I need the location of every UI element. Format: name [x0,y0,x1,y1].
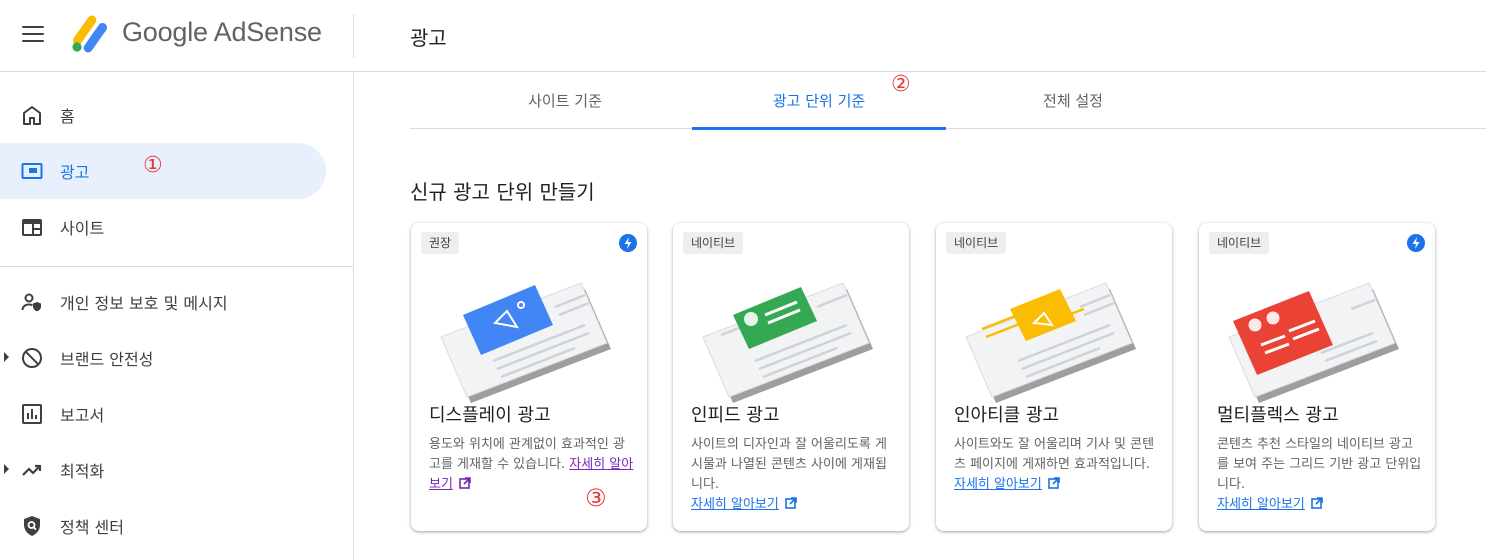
tab-bar: 사이트 기준 광고 단위 기준 전체 설정 [410,72,1486,130]
sidebar-item-policy-center[interactable]: 정책 센터 [0,498,326,554]
ad-unit-card-in-article[interactable]: 네이티브 인아티클 광고 사이트와도 잘 어울리며 기사 및 콘텐츠 페이지에 … [936,223,1172,531]
in-feed-ad-illustration [702,282,873,403]
open-in-new-icon[interactable] [785,497,797,509]
sidebar-item-label: 사이트 [60,219,105,238]
bolt-icon [619,234,637,252]
section-title: 신규 광고 단위 만들기 [410,180,595,204]
learn-more-link[interactable]: 자세히 알아보기 [954,477,1042,492]
header-divider [353,14,354,58]
ad-unit-card-multiplex[interactable]: 네이티브 멀티플렉스 광고 콘텐츠 추천 스타일의 네이티브 광고를 보여 주는… [1199,223,1435,531]
sidebar-item-label: 개인 정보 보호 및 메시지 [60,294,228,313]
sites-icon [22,219,42,236]
reports-icon [22,404,42,424]
ads-icon [21,163,43,179]
top-app-bar: Google AdSense 광고 [0,0,1486,72]
ad-unit-card-in-feed[interactable]: 네이티브 인피드 광고 사이트의 디자인과 잘 어울리도록 게시물과 나열된 콘… [673,223,909,531]
tab-by-site[interactable]: 사이트 기준 [438,72,692,129]
bolt-icon [1407,234,1425,252]
open-in-new-icon[interactable] [459,477,471,489]
card-description: 사이트의 디자인과 잘 어울리도록 게시물과 나열된 콘텐츠 사이에 게재됩니다… [691,435,897,515]
sidebar-item-home[interactable]: 홈 [0,87,326,143]
card-title: 디스플레이 광고 [429,405,551,426]
sidebar-item-sites[interactable]: 사이트 [0,199,326,255]
learn-more-link[interactable]: 자세히 알아보기 [1217,497,1305,512]
policy-icon [24,516,40,536]
sidebar-item-label: 보고서 [60,406,105,425]
sidebar-item-label: 최적화 [60,462,105,481]
annotation-marker-1: ① [143,153,163,178]
card-description: 콘텐츠 추천 스타일의 네이티브 광고를 보여 주는 그리드 기반 광고 단위입… [1217,435,1423,515]
card-description-text: 사이트와도 잘 어울리며 기사 및 콘텐츠 페이지에 게재하면 효과적입니다. [954,437,1155,472]
sidebar-item-ads[interactable]: 광고 [0,143,326,199]
sidebar-nav: 홈 광고 사이트 개인 정보 보호 및 메시지 브랜드 안전성 보고서 최적화 … [0,72,354,560]
sidebar-item-label: 홈 [60,107,75,126]
tab-global-settings[interactable]: 전체 설정 [946,72,1200,129]
annotation-marker-3: ③ [585,484,607,512]
privacy-icon [21,293,41,312]
annotation-marker-2: ② [891,72,911,97]
adsense-logo-icon [72,15,107,53]
recommended-chip: 권장 [421,232,460,254]
sidebar-item-label: 브랜드 안전성 [60,350,154,369]
in-article-ad-illustration [965,282,1136,403]
sidebar-item-privacy[interactable]: 개인 정보 보호 및 메시지 [0,274,326,330]
native-chip: 네이티브 [946,232,1007,254]
card-description: 사이트와도 잘 어울리며 기사 및 콘텐츠 페이지에 게재하면 효과적입니다. … [954,435,1160,495]
card-title: 인피드 광고 [691,405,780,426]
home-icon [23,106,41,125]
open-in-new-icon[interactable] [1311,497,1323,509]
brand-safety-icon [22,348,42,368]
sidebar-item-label: 정책 센터 [60,518,124,537]
card-title: 멀티플렉스 광고 [1217,405,1339,426]
card-description-text: 사이트의 디자인과 잘 어울리도록 게시물과 나열된 콘텐츠 사이에 게재됩니다… [691,437,887,492]
trending-up-icon [22,464,42,476]
expand-arrow-icon[interactable] [4,352,9,362]
sidebar-item-optimization[interactable]: 최적화 [0,442,326,498]
card-description-text: 콘텐츠 추천 스타일의 네이티브 광고를 보여 주는 그리드 기반 광고 단위입… [1217,437,1422,492]
sidebar-divider [0,266,354,267]
sidebar-item-reports[interactable]: 보고서 [0,386,326,442]
native-chip: 네이티브 [683,232,744,254]
display-ad-illustration [440,282,611,403]
sidebar-item-brand-safety[interactable]: 브랜드 안전성 [0,330,326,386]
menu-icon[interactable] [22,26,44,44]
expand-arrow-icon[interactable] [4,464,9,474]
open-in-new-icon[interactable] [1048,477,1060,489]
native-chip: 네이티브 [1209,232,1270,254]
app-logo-text[interactable]: Google AdSense [122,17,322,48]
multiplex-ad-illustration [1228,282,1399,403]
card-title: 인아티클 광고 [954,405,1060,426]
learn-more-link[interactable]: 자세히 알아보기 [691,497,779,512]
ad-unit-card-display[interactable]: 권장 디스플레이 광고 용도와 위치에 관계없이 효과적인 광고를 게재할 수 … [411,223,647,531]
sidebar-item-label: 광고 [60,163,90,182]
page-title: 광고 [410,26,447,50]
